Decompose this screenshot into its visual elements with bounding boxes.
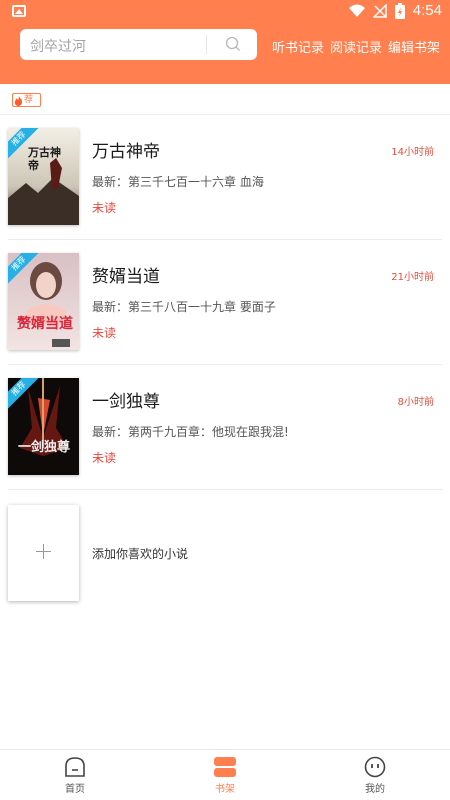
bookshelf-icon <box>214 757 236 777</box>
listen-history-link[interactable]: 听书记录 <box>272 37 324 56</box>
recommend-badge[interactable]: 荐 <box>12 93 41 107</box>
top-header: 剑卒过河 听书记录 阅读记录 编辑书架 <box>0 24 450 84</box>
tab-profile-label: 我的 <box>365 784 385 795</box>
tab-profile[interactable]: 我的 <box>345 756 405 795</box>
read-status: 未读 <box>92 451 117 465</box>
reading-history-link[interactable]: 阅读记录 <box>330 37 382 56</box>
gallery-notification-icon <box>12 5 26 17</box>
search-icon[interactable] <box>225 36 241 52</box>
recommend-row: 荐 <box>0 84 450 115</box>
cover-title: 万古神帝 <box>28 146 61 172</box>
search-input[interactable]: 剑卒过河 <box>20 29 257 60</box>
book-item[interactable]: 推荐 一剑独尊 一剑独尊 8小时前 最新：第两千九百章：他现在跟我混! 未读 <box>0 365 450 490</box>
tab-bookshelf[interactable]: 书架 <box>195 756 255 795</box>
divider <box>8 489 442 490</box>
search-hint-text: 剑卒过河 <box>30 39 86 55</box>
cover-title: 赘婿当道 <box>17 316 73 332</box>
edit-bookshelf-link[interactable]: 编辑书架 <box>388 37 440 56</box>
latest-chapter: 最新：第三千七百一十六章 血海 <box>92 175 264 189</box>
status-time: 4:54 <box>412 2 442 19</box>
status-bar: 4:54 <box>0 0 450 24</box>
search-divider <box>206 35 207 54</box>
plus-icon <box>36 544 51 559</box>
latest-chapter: 最新：第两千九百章：他现在跟我混! <box>92 425 289 439</box>
add-book-label[interactable]: 添加你喜欢的小说 <box>92 545 188 562</box>
update-time: 21小时前 <box>391 272 434 283</box>
tab-home-label: 首页 <box>65 784 85 795</box>
wifi-icon <box>348 4 365 17</box>
book-title: 赘婿当道 <box>92 267 160 287</box>
tab-home[interactable]: 首页 <box>45 756 105 795</box>
book-title: 一剑独尊 <box>92 392 160 412</box>
update-time: 14小时前 <box>391 147 434 158</box>
read-status: 未读 <box>92 326 117 340</box>
home-icon <box>65 757 85 777</box>
no-signal-icon <box>372 3 387 18</box>
tab-bookshelf-label: 书架 <box>215 784 235 795</box>
book-cover[interactable]: 推荐 一剑独尊 <box>8 378 79 475</box>
update-time: 8小时前 <box>397 397 434 408</box>
book-title: 万古神帝 <box>92 142 160 162</box>
recommend-label: 荐 <box>24 95 34 105</box>
battery-charging-icon <box>394 2 405 19</box>
profile-icon <box>364 756 386 778</box>
book-item[interactable]: 推荐 万古神帝 万古神帝 14小时前 最新：第三千七百一十六章 血海 未读 <box>0 115 450 240</box>
add-book-button[interactable] <box>8 505 79 601</box>
book-item[interactable]: 推荐 赘婿当道 赘婿当道 21小时前 最新：第三千八百一十九章 要面子 未读 <box>0 240 450 365</box>
latest-chapter: 最新：第三千八百一十九章 要面子 <box>92 300 276 314</box>
cover-title: 一剑独尊 <box>17 440 70 455</box>
bottom-tab-bar: 首页 书架 我的 <box>0 749 450 800</box>
read-status: 未读 <box>92 201 117 215</box>
flame-icon <box>14 94 23 106</box>
book-cover[interactable]: 推荐 万古神帝 <box>8 128 79 225</box>
book-cover[interactable]: 推荐 赘婿当道 <box>8 253 79 350</box>
